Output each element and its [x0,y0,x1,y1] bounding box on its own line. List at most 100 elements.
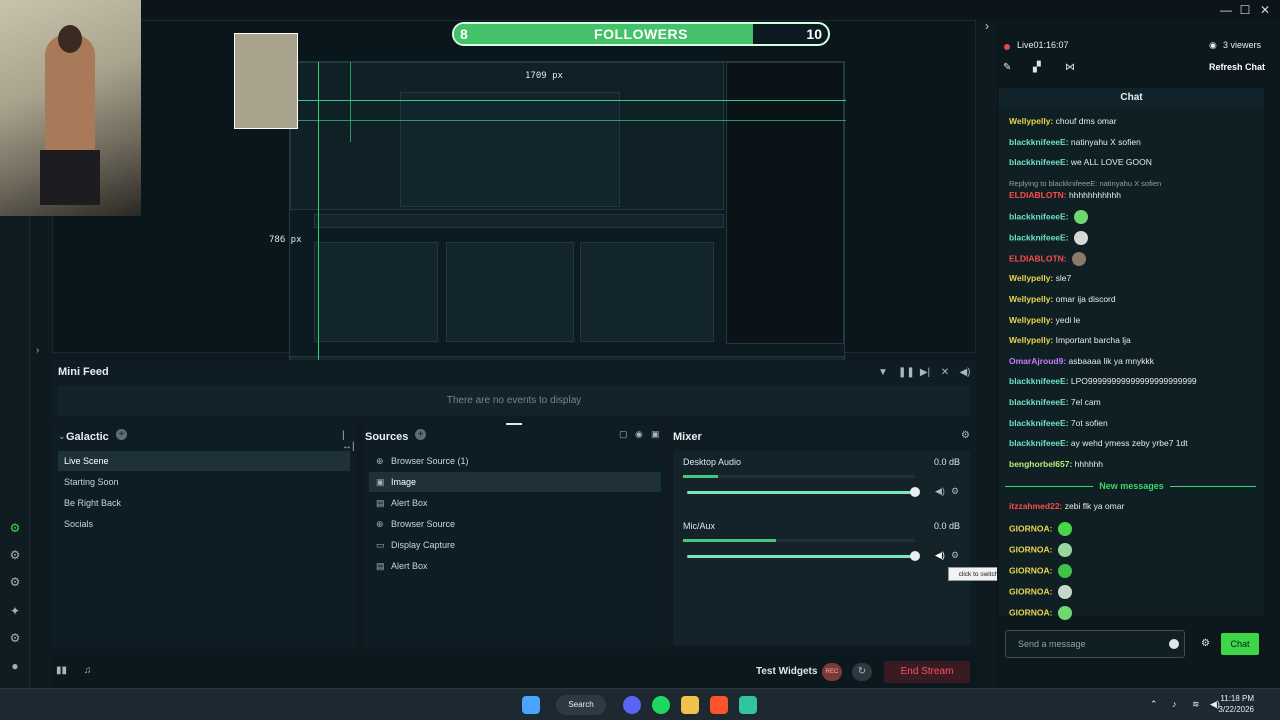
chat-message[interactable]: Wellypelly: Important barcha lja [1009,335,1131,345]
scene-item[interactable]: Live Scene [58,451,350,471]
end-stream-button[interactable]: End Stream [884,661,970,683]
mic-aux-volume-knob[interactable] [910,551,920,561]
chat-username[interactable]: OmarAjroud9: [1009,356,1066,366]
mixer-settings-icon[interactable]: ⚙ [961,430,970,441]
source-item[interactable]: ▤ Alert Box [369,493,661,513]
chat-username[interactable]: Wellypelly: [1009,294,1053,304]
test-widgets-button[interactable]: Test Widgets [756,666,817,677]
chat-username[interactable]: blackknifeeeE: [1009,233,1069,243]
chat-message[interactable]: ELDIABLOTN: [1009,252,1086,267]
discord-icon[interactable] [623,696,641,714]
chat-message[interactable]: GIORNOA: [1009,522,1072,536]
close-icon[interactable]: ✕ [1255,2,1275,18]
maximize-icon[interactable]: ☐ [1235,2,1255,18]
emoji-icon[interactable] [1169,639,1179,649]
chat-username[interactable]: blackknifeeeE: [1009,157,1069,167]
chat-message[interactable]: Wellypelly: sle7 [1009,273,1071,283]
source-item[interactable]: ⊕ Browser Source [369,514,661,534]
add-source-icon[interactable]: + [415,429,426,440]
collapse-icon[interactable]: ⌄ [58,431,66,442]
share-icon[interactable]: ⋈ [1065,62,1075,73]
chat-message[interactable]: ELDIABLOTN: hhhhhhhhhhh [1009,190,1121,200]
chat-username[interactable]: blackknifeeeE: [1009,418,1069,428]
chat-message[interactable]: blackknifeeeE: 7ot sofien [1009,418,1108,428]
scene-item[interactable]: Be Right Back [58,493,350,513]
desktop-audio-volume-knob[interactable] [910,487,920,497]
mic-aux-settings-icon[interactable]: ⚙ [951,550,959,561]
streamlabs-icon[interactable] [739,696,757,714]
scene-item[interactable]: Starting Soon [58,472,350,492]
editor-icon[interactable]: ⚙ [7,520,23,536]
stats-icon[interactable]: ▮▮ [56,665,67,676]
chat-username[interactable]: GIORNOA: [1009,586,1052,596]
source-item[interactable]: ▭ Display Capture [369,535,661,555]
source-item[interactable]: ▣ Image [369,472,661,492]
desktop-audio-settings-icon[interactable]: ⚙ [951,486,959,497]
chat-username[interactable]: Wellypelly: [1009,315,1053,325]
desktop-audio-mute-icon[interactable]: ◀) [935,486,945,497]
scene-item[interactable]: Socials [58,514,350,534]
refresh-chat-button[interactable]: Refresh Chat [1209,62,1265,72]
chat-username[interactable]: GIORNOA: [1009,607,1052,617]
apps-icon[interactable]: ✦ [7,603,23,619]
studio-icon[interactable]: ⚙ [7,547,23,563]
source-selective-icon[interactable]: ◉ [635,429,643,440]
pause-icon[interactable]: ❚❚ [898,366,915,380]
taskbar-time[interactable]: 11:18 PM [1220,694,1254,703]
chat-message[interactable]: benghorbel657: hhhhhh [1009,459,1103,469]
mute-alerts-icon[interactable]: ✕ [938,366,952,380]
chat-message[interactable]: Wellypelly: chouf dms omar [1009,116,1117,126]
rec-button[interactable]: REC [822,663,842,681]
edit-icon[interactable]: ✎ [1003,62,1011,73]
chat-username[interactable]: blackknifeeeE: [1009,438,1069,448]
chat-message[interactable]: OmarAjroud9: asbaaaa lik ya mnykkk [1009,356,1154,366]
chat-username[interactable]: Wellypelly: [1009,116,1053,126]
start-icon[interactable] [522,696,540,714]
chat-username[interactable]: ELDIABLOTN: [1009,190,1067,200]
chat-message[interactable]: blackknifeeeE: ay wehd ymess zeby yrbe7 … [1009,438,1188,448]
themes-icon[interactable]: ⚙ [7,574,23,590]
chat-message[interactable]: GIORNOA: [1009,606,1072,620]
expand-chat-icon[interactable]: › [977,18,997,34]
spotify-icon[interactable] [652,696,670,714]
source-folder-icon[interactable]: ▢ [619,429,628,440]
chat-username[interactable]: GIORNOA: [1009,544,1052,554]
chat-messages[interactable]: Wellypelly: chouf dms omar blackknifeeeE:… [999,108,1264,620]
scene-transition-icon[interactable]: |↔| [342,430,357,452]
chat-username[interactable]: blackknifeeeE: [1009,376,1069,386]
stream-preview[interactable]: 1709 px 786 px [52,20,976,371]
filter-icon[interactable]: ▼ [876,366,890,380]
mic-aux-mute-icon[interactable]: ◀) [935,550,945,561]
chat-username[interactable]: ELDIABLOTN: [1009,254,1067,264]
tray-chevron-icon[interactable]: ⌃ [1150,699,1158,710]
chat-username[interactable]: benghorbel657: [1009,459,1072,469]
chat-message[interactable]: Wellypelly: omar ija discord [1009,294,1116,304]
selected-source-outline[interactable] [234,33,298,129]
chat-username[interactable]: GIORNOA: [1009,565,1052,575]
source-group-icon[interactable]: ▣ [651,429,660,440]
wifi-icon[interactable]: ≋ [1192,699,1200,710]
file-explorer-icon[interactable] [681,696,699,714]
chat-message[interactable]: itzzahmed22: zebi flk ya omar [1009,501,1124,511]
mic-aux-volume-slider[interactable] [687,551,920,561]
chat-message[interactable]: blackknifeeeE: we ALL LOVE GOON [1009,157,1152,167]
collapse-arrow-icon[interactable]: › [36,345,39,356]
source-item[interactable]: ⊕ Browser Source (1) [369,451,661,471]
taskbar-date[interactable]: 3/22/2026 [1218,705,1254,714]
notifications-icon[interactable]: ♫ [84,665,92,676]
chat-username[interactable]: Wellypelly: [1009,335,1053,345]
chat-username[interactable]: itzzahmed22: [1009,501,1062,511]
pin-icon[interactable]: ▞ [1033,62,1041,73]
chat-message[interactable]: blackknifeeeE: [1009,231,1088,246]
taskbar-search[interactable]: Search [556,695,606,715]
settings-icon[interactable]: ⚙ [7,630,23,646]
chat-message[interactable]: blackknifeeeE: natinyahu X sofien [1009,137,1141,147]
profile-icon[interactable]: ● [7,658,23,674]
chat-message[interactable]: GIORNOA: [1009,585,1072,599]
microphone-icon[interactable]: ♪ [1172,699,1177,709]
volume-icon[interactable]: ◀) [958,366,972,380]
chat-username[interactable]: blackknifeeeE: [1009,137,1069,147]
skip-icon[interactable]: ▶| [918,366,932,380]
chat-send-button[interactable]: Chat [1221,633,1259,655]
scene-collection-title[interactable]: Galactic [66,431,109,443]
